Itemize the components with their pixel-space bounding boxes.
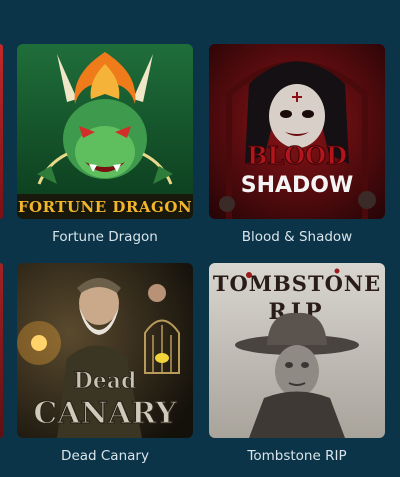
cowboy-art-icon[interactable]: TOMBSTONE RIP bbox=[209, 263, 385, 438]
partial-card-left-bottom[interactable] bbox=[0, 263, 3, 438]
tombstone-art-text: TOMBSTONE bbox=[213, 271, 381, 296]
miner-art-icon[interactable]: Dead CANARY bbox=[17, 263, 193, 438]
shadow-art-text: SHADOW bbox=[241, 173, 354, 198]
game-title[interactable]: Fortune Dragon bbox=[17, 229, 193, 245]
dead-art-text: Dead bbox=[74, 368, 137, 394]
game-card-tombstone-rip[interactable]: TOMBSTONE RIP Tombstone RIP bbox=[209, 263, 385, 464]
vampire-art-icon[interactable]: BLOOD SHADOW bbox=[209, 44, 385, 219]
game-card-dead-canary[interactable]: Dead CANARY Dead Canary bbox=[17, 263, 193, 464]
blood-art-text: BLOOD bbox=[247, 141, 347, 170]
fortune-dragon-art-text: FORTUNE DRAGON bbox=[18, 198, 192, 216]
game-card-blood-shadow[interactable]: BLOOD SHADOW Blood & Shadow bbox=[209, 44, 385, 245]
canary-art-text: CANARY bbox=[33, 396, 177, 431]
game-title[interactable]: Blood & Shadow bbox=[209, 229, 385, 245]
game-grid: FORTUNE DRAGON Fortune Dragon BLOOD SHAD… bbox=[0, 0, 400, 477]
game-title[interactable]: Tombstone RIP bbox=[209, 448, 385, 464]
game-title[interactable]: Dead Canary bbox=[17, 448, 193, 464]
game-card-fortune-dragon[interactable]: FORTUNE DRAGON Fortune Dragon bbox=[17, 44, 193, 245]
partial-card-left-top[interactable] bbox=[0, 44, 3, 219]
dragon-art-icon[interactable]: FORTUNE DRAGON bbox=[17, 44, 193, 219]
